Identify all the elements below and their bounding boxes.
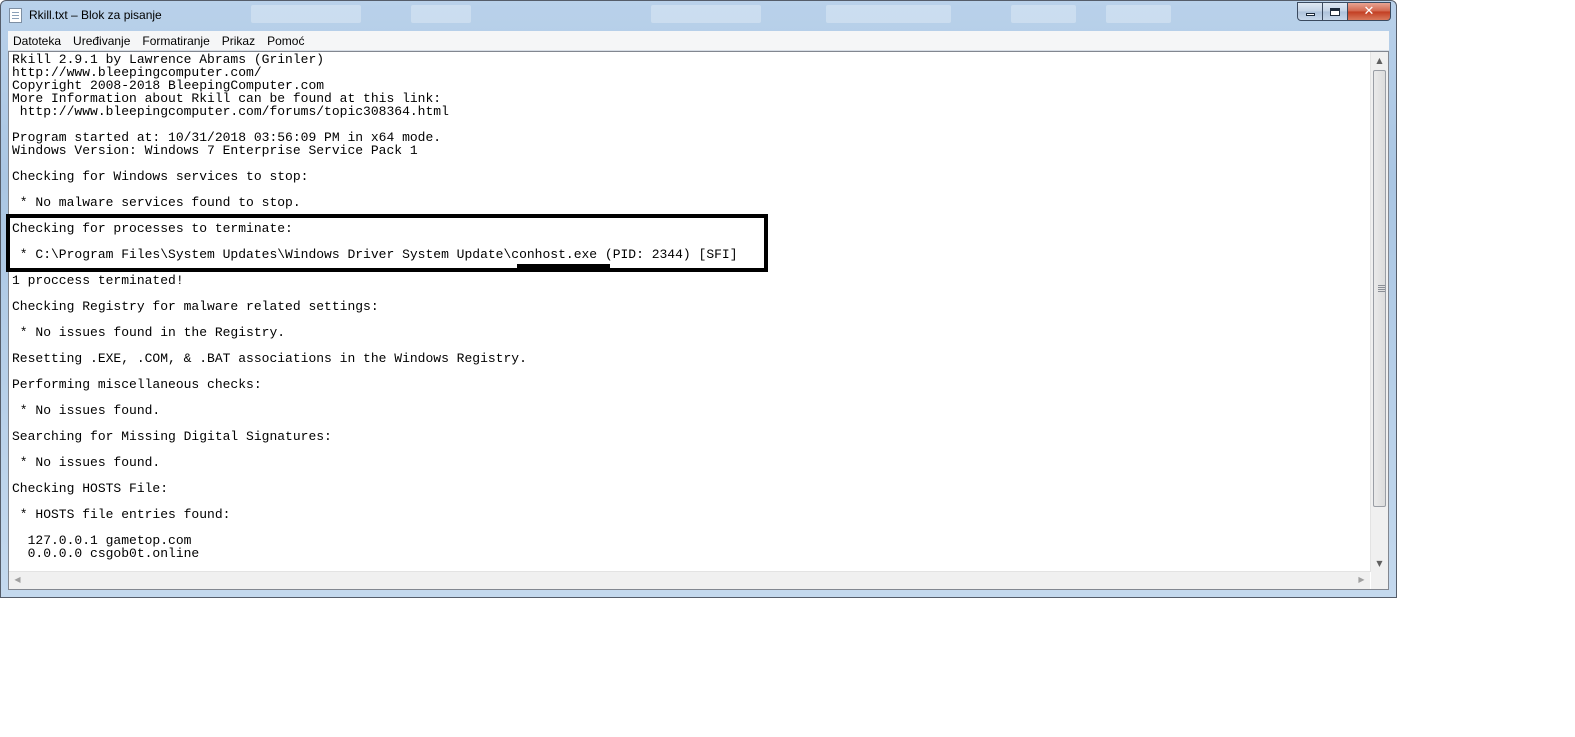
background-window-ghost [251,5,361,23]
text-line: 1 proccess terminated! [12,273,184,288]
text-line: 0.0.0.0 csgob0t.online [12,546,200,561]
background-window-ghost [1011,5,1076,23]
notepad-window: Rkill.txt – Blok za pisanje ✕ Datoteka U… [0,0,1397,598]
vertical-scrollbar[interactable]: ▲ ▼ [1370,52,1388,572]
menu-view[interactable]: Prikaz [217,34,260,48]
notepad-icon [9,8,22,23]
scroll-right-arrow-icon[interactable]: ▶ [1353,572,1370,589]
window-title: Rkill.txt – Blok za pisanje [29,8,162,22]
thumb-grip [1378,285,1385,286]
menu-format[interactable]: Formatiranje [137,34,214,48]
menu-bar: Datoteka Uređivanje Formatiranje Prikaz … [8,31,1389,51]
editor-area: Rkill 2.9.1 by Lawrence Abrams (Grinler)… [8,51,1389,590]
background-window-ghost [1106,5,1171,23]
scrollbar-corner [1371,572,1388,589]
scroll-left-arrow-icon[interactable]: ◀ [9,572,26,589]
text-line: http://www.bleepingcomputer.com/forums/t… [12,104,449,119]
caption-buttons: ✕ [1297,2,1391,21]
thumb-grip [1378,287,1385,288]
text-line: * No issues found. [12,403,161,418]
highlight-underline [517,264,610,268]
minimize-icon [1305,13,1315,16]
close-button[interactable]: ✕ [1348,2,1391,21]
background-window-ghost [651,5,761,23]
horizontal-scrollbar[interactable]: ◀ ▶ [9,571,1370,589]
background-window-ghost [411,5,471,23]
maximize-button[interactable] [1323,2,1348,21]
maximize-icon [1330,7,1340,16]
menu-file[interactable]: Datoteka [8,34,66,48]
text-editor[interactable]: Rkill 2.9.1 by Lawrence Abrams (Grinler)… [9,52,1370,572]
scroll-down-arrow-icon[interactable]: ▼ [1371,555,1388,572]
menu-edit[interactable]: Uređivanje [68,34,135,48]
text-line: * No malware services found to stop. [12,195,301,210]
text-line: * No issues found. [12,455,161,470]
minimize-button[interactable] [1297,2,1323,21]
scroll-up-arrow-icon[interactable]: ▲ [1371,52,1388,69]
title-bar[interactable]: Rkill.txt – Blok za pisanje ✕ [1,1,1396,30]
thumb-grip [1378,291,1385,292]
text-line: * HOSTS file entries found: [12,507,231,522]
menu-help[interactable]: Pomoć [262,34,309,48]
background-window-ghost [826,5,951,23]
text-line: Resetting .EXE, .COM, & .BAT association… [12,351,527,366]
text-line: Checking HOSTS File: [12,481,169,496]
vertical-scroll-thumb[interactable] [1373,70,1386,507]
close-icon: ✕ [1363,4,1375,19]
text-line: Performing miscellaneous checks: [12,377,262,392]
text-line: Checking Registry for malware related se… [12,299,379,314]
highlight-box [6,214,768,272]
thumb-grip [1378,289,1385,290]
text-line: Windows Version: Windows 7 Enterprise Se… [12,143,418,158]
text-line: * No issues found in the Registry. [12,325,286,340]
text-line: Checking for Windows services to stop: [12,169,309,184]
text-line: Searching for Missing Digital Signatures… [12,429,332,444]
document-text[interactable]: Rkill 2.9.1 by Lawrence Abrams (Grinler)… [9,52,1370,560]
